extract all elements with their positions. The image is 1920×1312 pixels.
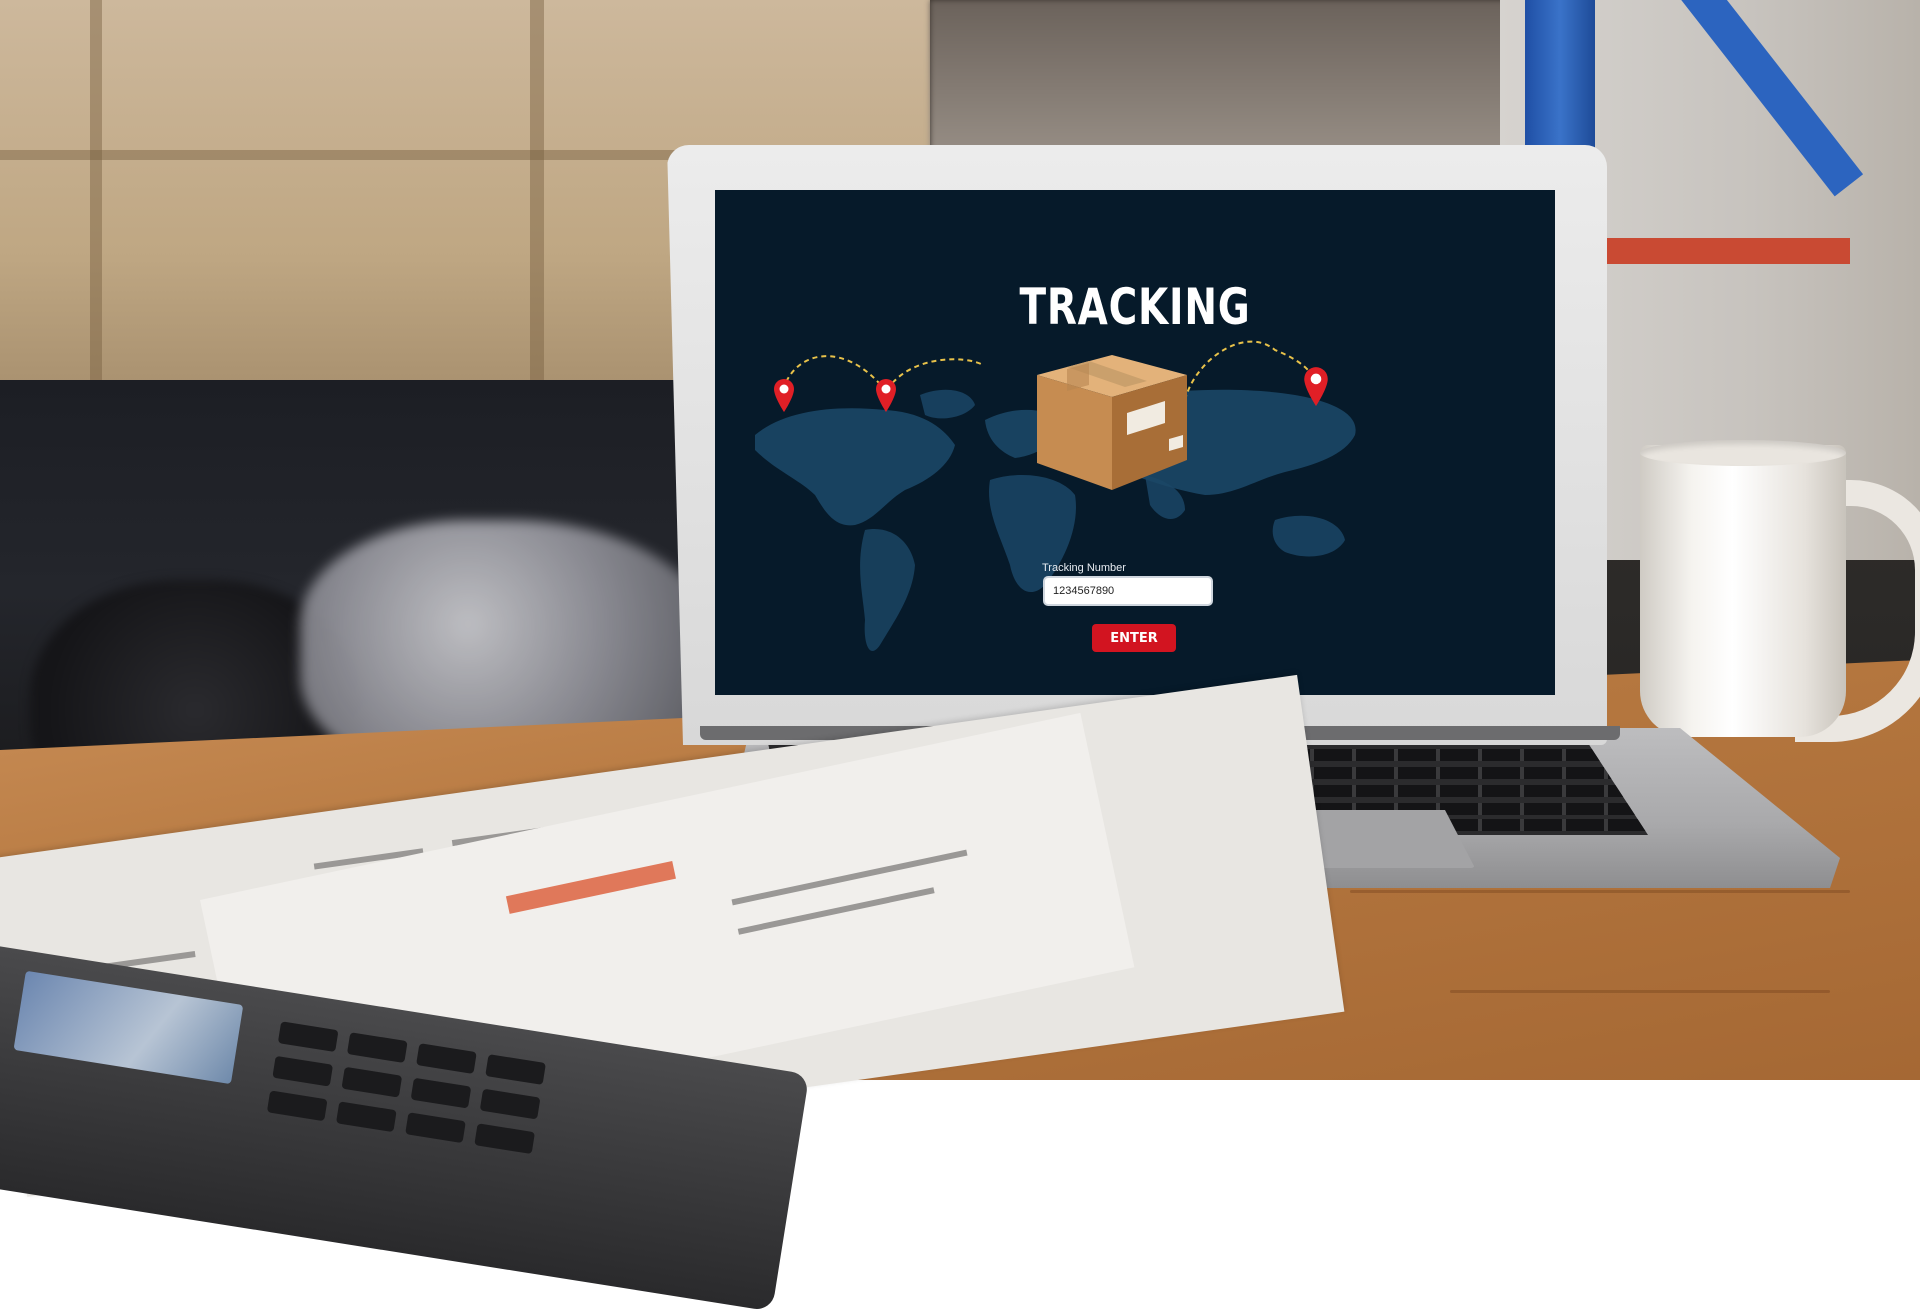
calculator-key [346, 1032, 408, 1064]
calculator-key [410, 1077, 472, 1109]
paper-text-line [731, 849, 968, 906]
calculator-key [479, 1088, 541, 1120]
route-line [782, 355, 886, 391]
calculator-key [474, 1123, 535, 1155]
continent-australia [1272, 515, 1345, 557]
box-seam [90, 0, 102, 420]
wood-grain [1350, 890, 1850, 893]
calculator-key [416, 1043, 477, 1074]
tracking-number-input[interactable] [1043, 576, 1213, 606]
paper-highlight [505, 860, 676, 914]
tracking-number-label: Tracking Number [1042, 562, 1126, 574]
calculator-key [272, 1055, 334, 1087]
continent-greenland [920, 389, 975, 419]
wood-grain [1450, 990, 1830, 993]
continent-south-america [860, 529, 915, 651]
rack-beam [1590, 238, 1850, 264]
location-pin-icon [876, 379, 896, 412]
continent-north-america [755, 408, 955, 526]
coffee-mug [1640, 445, 1846, 737]
calculator-key [485, 1054, 546, 1085]
route-line [886, 358, 984, 391]
calculator-key [266, 1090, 328, 1122]
shelf-items-blur [930, 0, 1510, 170]
box-seam [530, 0, 544, 420]
location-pin-icon [774, 379, 794, 412]
calculator-key [405, 1112, 466, 1144]
calculator-key [335, 1101, 397, 1133]
cardboard-box-icon [1037, 355, 1187, 490]
calculator-key [277, 1021, 339, 1053]
laptop-screen: TRACKING Tracking Number ENTER [715, 190, 1555, 695]
mug-rim [1640, 440, 1846, 466]
calculator-key [341, 1066, 403, 1098]
calculator-display [13, 970, 244, 1085]
location-pin-icon [1304, 367, 1328, 406]
continent-africa [989, 475, 1076, 593]
page-title: TRACKING [1019, 278, 1251, 336]
enter-button[interactable]: ENTER [1092, 624, 1176, 652]
